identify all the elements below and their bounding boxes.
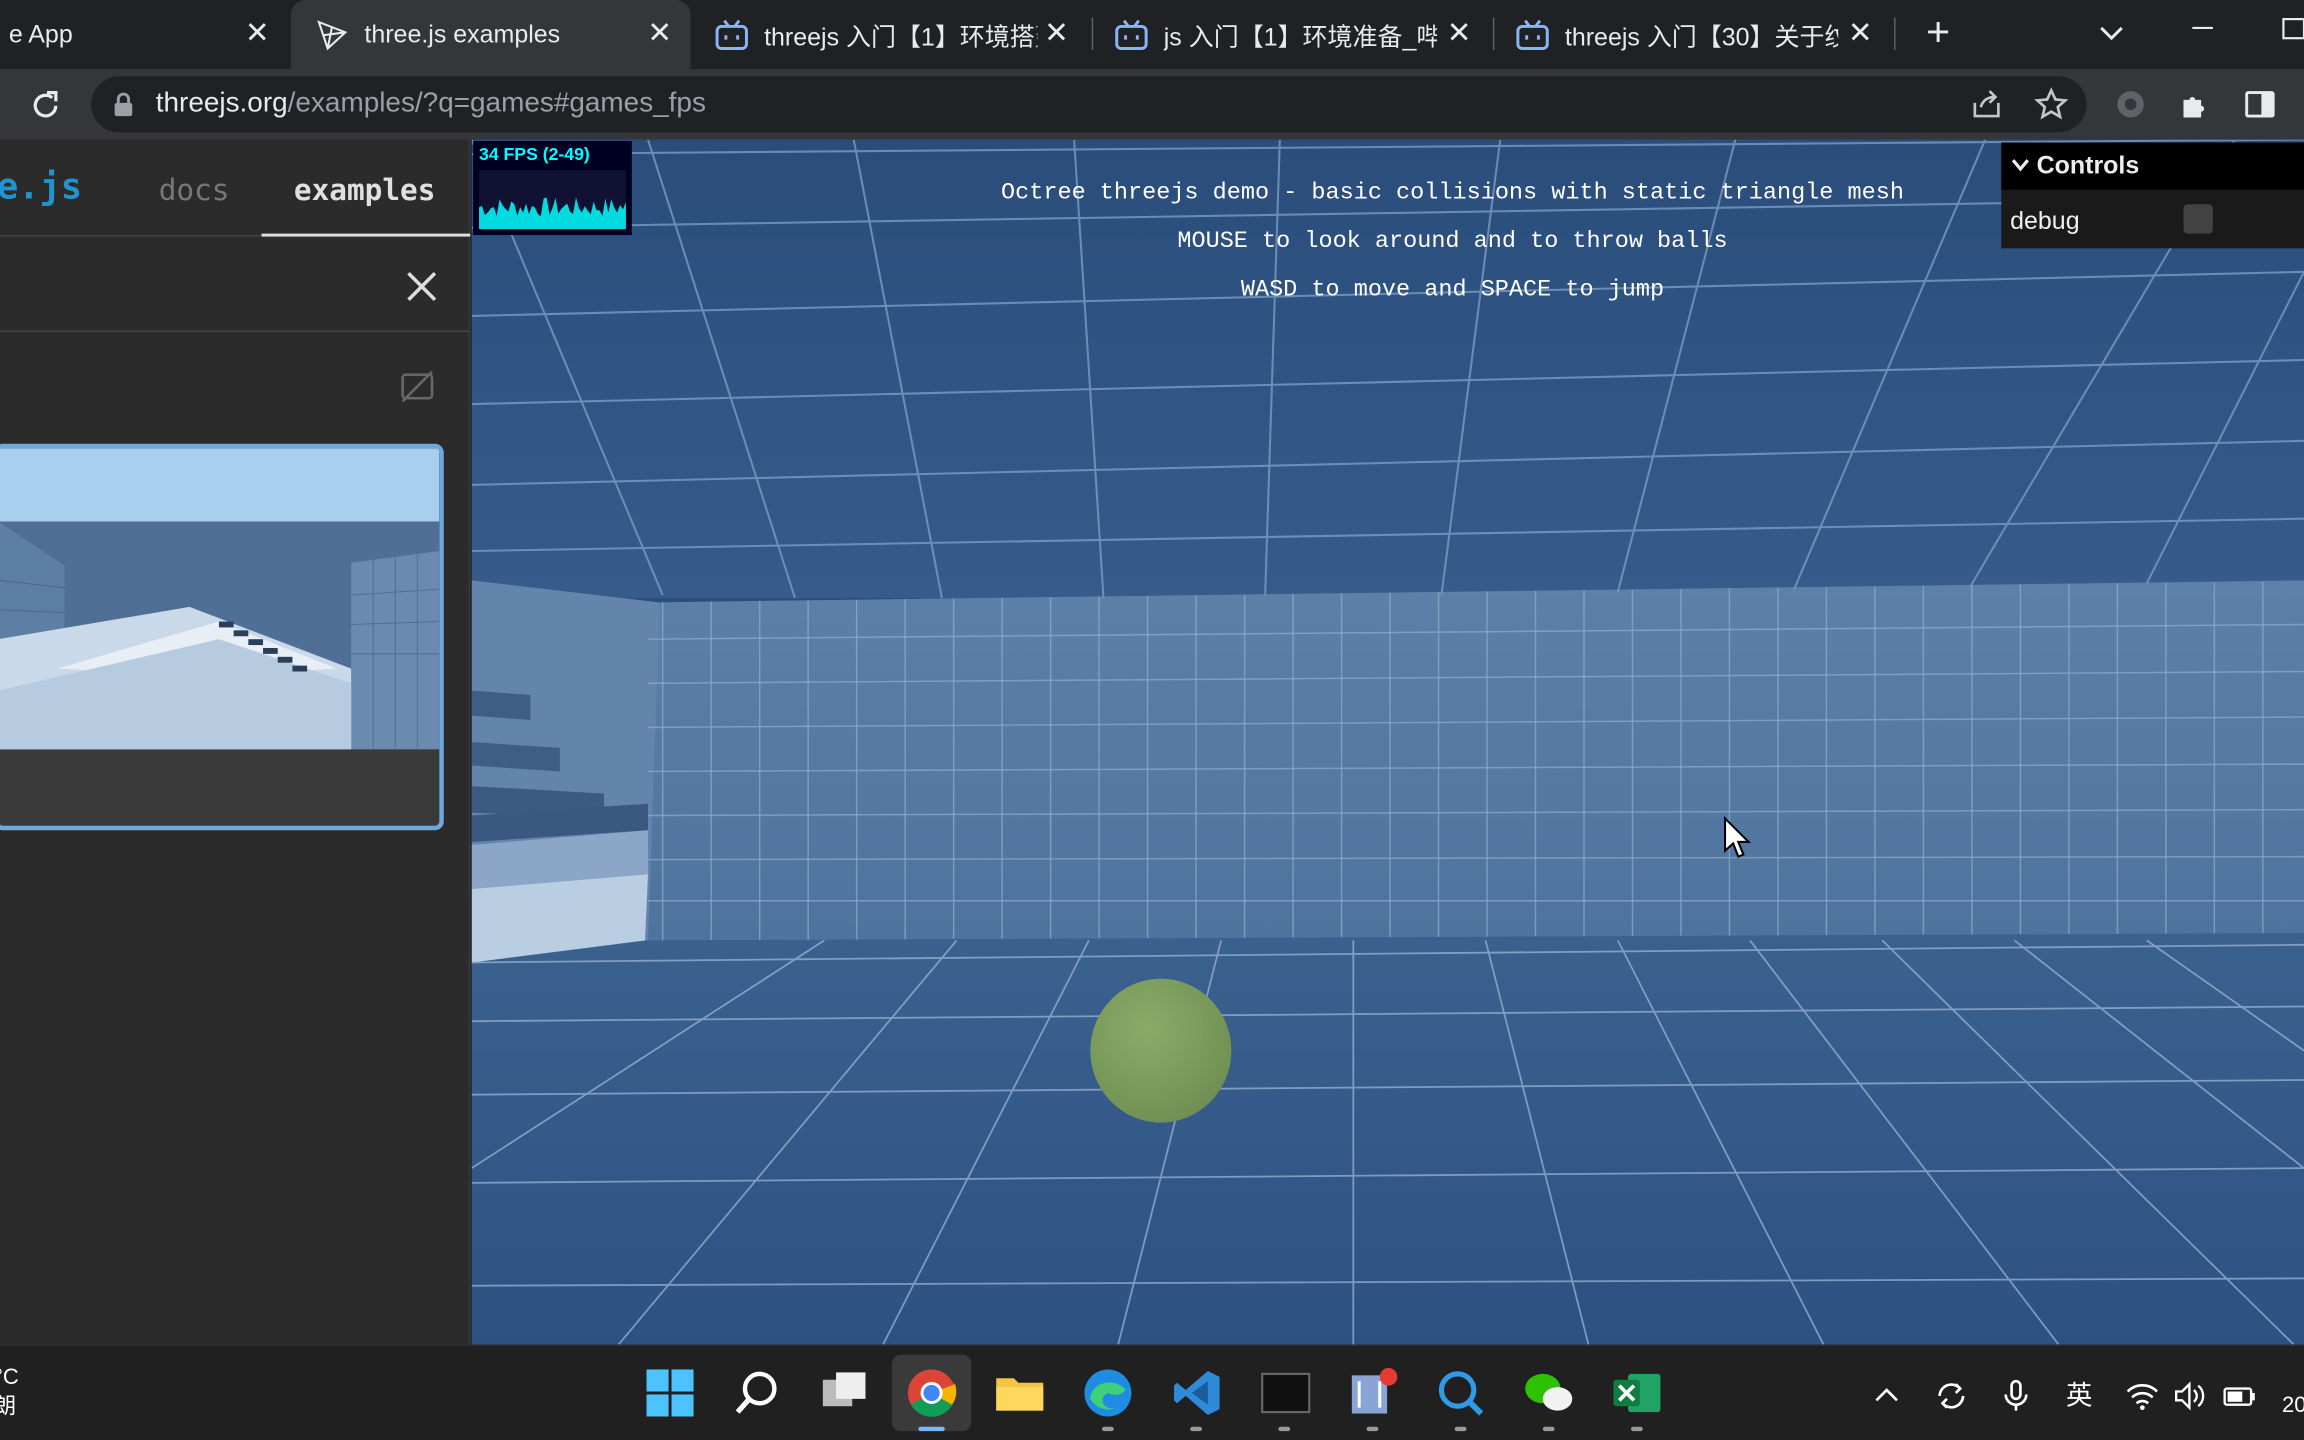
sidebar-header: e.js docs examples [0, 140, 471, 237]
bilibili-icon [1516, 18, 1549, 50]
task-view-icon[interactable] [818, 1367, 871, 1420]
extensions-icon[interactable] [2178, 87, 2213, 122]
weather-widget[interactable]: °C 朗 [0, 1364, 19, 1423]
tab-strip: e App ✕ three.js examples ✕ threejs 入门【1… [0, 0, 2304, 70]
nav-examples-link[interactable]: examples [294, 172, 436, 207]
tab-close-icon[interactable]: ✕ [1443, 18, 1475, 50]
browser-toolbar: threejs.org/examples/?q=games#games_fps [0, 69, 2304, 140]
windows-taskbar: °C 朗 [0, 1344, 2304, 1440]
fps-scene [471, 139, 2304, 1345]
info-line: WASD to move and SPACE to jump [1240, 276, 1665, 303]
nav-docs-link[interactable]: docs [159, 172, 230, 207]
tab-title: e App [8, 19, 73, 48]
video-editor-icon[interactable] [1346, 1367, 1399, 1420]
fps-graph [479, 170, 626, 230]
running-indicator [1190, 1426, 1202, 1432]
nav-active-underline [261, 233, 471, 237]
share-icon[interactable] [1969, 87, 2004, 122]
volume-icon[interactable] [2172, 1378, 2207, 1413]
tab-title: threejs 入门【30】关于纹理 [1564, 23, 1838, 52]
threejs-logo[interactable]: e.js [0, 166, 82, 207]
magnifier-app-icon[interactable] [1434, 1367, 1487, 1420]
close-icon[interactable] [400, 264, 444, 308]
controls-title[interactable]: Controls [2001, 142, 2304, 190]
minimize-icon[interactable] [2186, 12, 2218, 44]
examples-sidebar: e.js docs examples [0, 139, 471, 1345]
tab-close-icon[interactable]: ✕ [241, 18, 273, 50]
tab-title: threejs 入门【1】环境搭建 [764, 23, 1038, 52]
running-indicator [1542, 1426, 1555, 1432]
tab-separator [1894, 17, 1896, 50]
sync-icon[interactable] [1934, 1378, 1969, 1413]
address-bar[interactable]: threejs.org/examples/?q=games#games_fps [91, 76, 2087, 133]
terminal-icon[interactable] [1259, 1367, 1312, 1420]
webgl-viewport[interactable]: Octree threejs demo - basic collisions w… [471, 139, 2304, 1345]
fps-stats-panel[interactable]: 34 FPS (2-49) [473, 141, 632, 236]
thrown-ball [1090, 978, 1232, 1123]
weather-cond: 朗 [0, 1393, 19, 1422]
chevron-down-icon[interactable] [2092, 15, 2130, 53]
url-host: threejs.org [155, 88, 288, 120]
tab-close-icon[interactable]: ✕ [1844, 18, 1876, 50]
chrome-icon [907, 1369, 957, 1417]
running-indicator [1102, 1426, 1114, 1432]
side-panel-icon[interactable] [2242, 87, 2277, 122]
input-method-indicator[interactable]: 英 [2062, 1378, 2097, 1413]
battery-icon[interactable] [2222, 1378, 2257, 1413]
tab-app[interactable]: e App ✕ [0, 0, 288, 69]
controls-title-text: Controls [2036, 151, 2140, 180]
wechat-icon[interactable] [1522, 1367, 1575, 1420]
tab-bilibili-1[interactable]: threejs 入门【1】环境搭建 ✕ [694, 0, 1088, 69]
chrome-taskbar-button[interactable] [891, 1354, 972, 1432]
lock-icon[interactable] [112, 91, 136, 117]
debug-checkbox[interactable] [2183, 204, 2213, 234]
tab-bilibili-3[interactable]: threejs 入门【30】关于纹理 ✕ [1494, 0, 1891, 69]
maximize-icon[interactable] [2278, 12, 2304, 44]
excel-icon[interactable] [1610, 1367, 1663, 1420]
bookmark-star-icon[interactable] [2034, 87, 2069, 122]
new-tab-button[interactable]: + [1919, 11, 1957, 53]
file-explorer-icon[interactable] [993, 1367, 1046, 1420]
search-row[interactable] [0, 238, 471, 333]
search-icon[interactable] [730, 1367, 783, 1420]
wifi-icon[interactable] [2125, 1378, 2160, 1413]
running-indicator [1454, 1426, 1467, 1432]
running-indicator [918, 1426, 945, 1432]
microphone-icon[interactable] [1998, 1378, 2033, 1413]
url-path: /examples/?q=games#games_fps [287, 88, 706, 120]
url-text[interactable]: threejs.org/examples/?q=games#games_fps [156, 88, 706, 120]
tab-title: js 入门【1】环境准备_哔哩 [1163, 23, 1438, 52]
tab-threejs-examples[interactable]: three.js examples ✕ [290, 0, 691, 70]
extension-puzzle-dim-icon[interactable] [2113, 87, 2148, 122]
chevron-down-icon [2011, 159, 2029, 172]
image-off-icon[interactable] [397, 366, 438, 407]
example-thumbnail [0, 448, 440, 750]
tab-title: three.js examples [364, 19, 561, 48]
tab-close-icon[interactable]: ✕ [644, 18, 676, 50]
chevron-up-icon[interactable] [1869, 1378, 1904, 1413]
running-indicator [1366, 1426, 1379, 1432]
running-indicator [1631, 1426, 1643, 1432]
weather-temp: °C [0, 1365, 19, 1391]
mouse-pointer-icon [1724, 815, 1752, 859]
screen: e App ✕ three.js examples ✕ threejs 入门【1… [0, 0, 2304, 1440]
vscode-icon[interactable] [1171, 1367, 1224, 1420]
threejs-favicon-icon [317, 19, 348, 50]
bilibili-icon [715, 18, 748, 50]
edge-icon[interactable] [1081, 1367, 1134, 1420]
reload-icon[interactable] [26, 87, 64, 125]
controls-panel: Controls debug [2001, 142, 2304, 249]
tab-bilibili-2[interactable]: js 入门【1】环境准备_哔哩 ✕ [1093, 0, 1490, 69]
fps-stats-label: 34 FPS (2-49) [479, 144, 590, 165]
clock-fragment[interactable]: 20 [2282, 1393, 2304, 1418]
running-indicator [1278, 1426, 1291, 1432]
bilibili-icon [1115, 18, 1148, 50]
debug-label: debug [2010, 207, 2080, 236]
windows-start-icon[interactable] [644, 1367, 697, 1420]
tab-close-icon[interactable]: ✕ [1040, 18, 1072, 50]
example-card-games-fps[interactable] [0, 443, 444, 831]
